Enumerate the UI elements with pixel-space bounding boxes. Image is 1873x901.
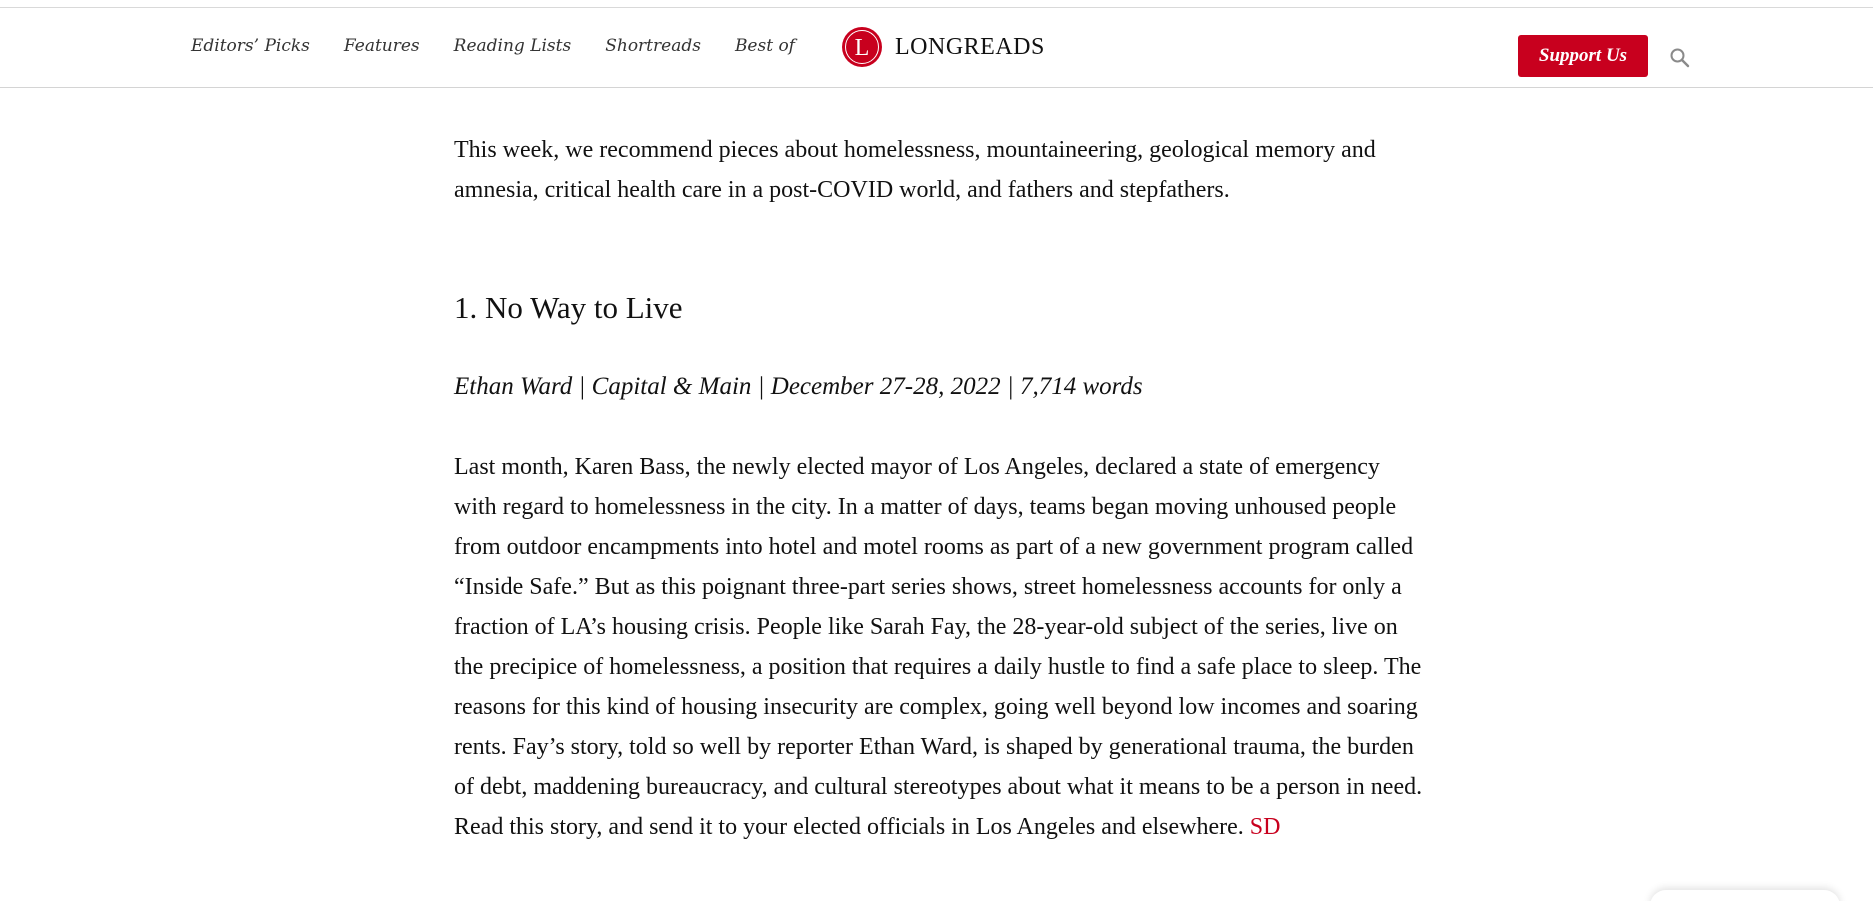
site-logo[interactable]: L LONGREADS xyxy=(842,27,1045,67)
nav-editors-picks[interactable]: Editors’ Picks xyxy=(191,36,310,56)
site-header: Editors’ Picks Features Reading Lists Sh… xyxy=(0,8,1873,88)
article-intro: This week, we recommend pieces about hom… xyxy=(454,137,1376,203)
logo-letter: L xyxy=(854,34,870,61)
article-body-link[interactable]: SD xyxy=(1250,814,1281,840)
article-content: This week, we recommend pieces about hom… xyxy=(454,130,1424,840)
nav-shortreads[interactable]: Shortreads xyxy=(605,36,701,56)
support-us-button[interactable]: Support Us xyxy=(1518,35,1648,77)
logo-wordmark: LONGREADS xyxy=(895,33,1045,60)
nav-reading-lists[interactable]: Reading Lists xyxy=(454,36,572,56)
article-body-text: Last month, Karen Bass, the newly electe… xyxy=(454,454,1423,840)
nav-features[interactable]: Features xyxy=(344,36,420,56)
nav-best-of[interactable]: Best of xyxy=(735,36,795,56)
article-headline: 1. No Way to Live xyxy=(454,290,683,325)
corner-widget[interactable] xyxy=(1650,890,1840,901)
article-body: Last month, Karen Bass, the newly electe… xyxy=(454,447,1424,847)
logo-mark-icon: L xyxy=(842,27,882,67)
search-icon[interactable] xyxy=(1669,47,1691,69)
primary-nav: Editors’ Picks Features Reading Lists Sh… xyxy=(191,36,829,56)
article-byline: Ethan Ward | Capital & Main | December 2… xyxy=(454,373,1143,400)
